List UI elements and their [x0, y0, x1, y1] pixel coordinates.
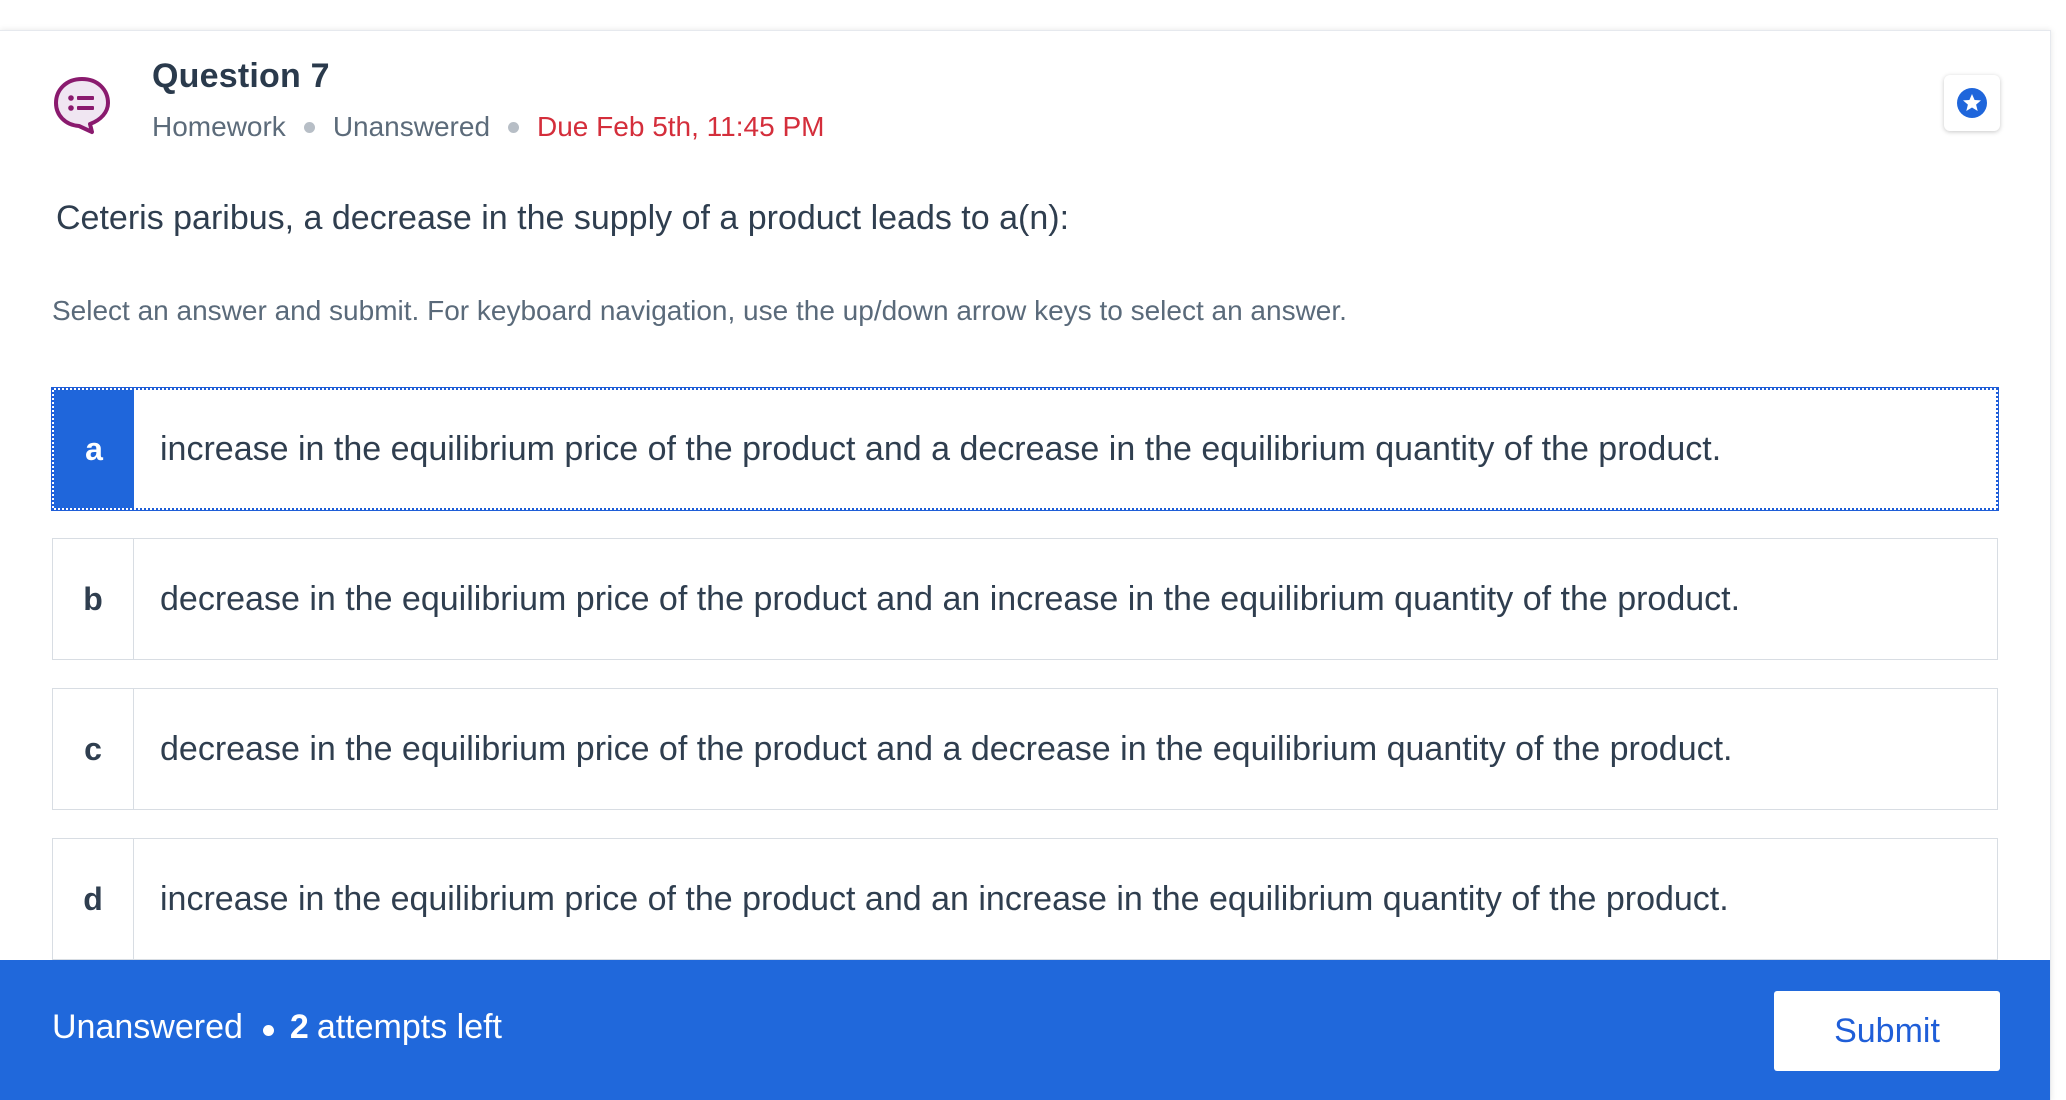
- answer-text: decrease in the equilibrium price of the…: [160, 579, 1741, 618]
- answer-option-d[interactable]: d increase in the equilibrium price of t…: [52, 838, 1998, 960]
- answer-letter: d: [53, 839, 134, 959]
- attempt-status: Unanswered 2 attempts left: [52, 1008, 502, 1047]
- bookmark-button[interactable]: [1944, 75, 2000, 131]
- question-prompt: Ceteris paribus, a decrease in the suppl…: [56, 199, 1070, 237]
- answer-status: Unanswered: [332, 111, 491, 142]
- assignment-type: Homework: [152, 111, 286, 142]
- question-card: Question 7 Homework Unanswered Due Feb 5…: [0, 30, 2051, 1100]
- attempts-label: attempts left: [316, 1008, 503, 1046]
- answer-text: decrease in the equilibrium price of the…: [160, 729, 1733, 768]
- separator-dot: [303, 121, 315, 133]
- answer-letter: c: [53, 689, 134, 809]
- answer-letter: a: [54, 390, 134, 508]
- answer-instructions: Select an answer and submit. For keyboar…: [52, 295, 1347, 326]
- star-badge-icon: [1957, 88, 1987, 118]
- answer-option-b[interactable]: b decrease in the equilibrium price of t…: [52, 538, 1998, 660]
- answer-letter: b: [53, 539, 134, 659]
- footer-status-text: Unanswered: [52, 1008, 243, 1046]
- due-date: Due Feb 5th, 11:45 PM: [537, 111, 825, 142]
- answer-list: a increase in the equilibrium price of t…: [51, 387, 1999, 988]
- answer-text: increase in the equilibrium price of the…: [160, 879, 1729, 918]
- question-title: Question 7: [152, 57, 330, 95]
- attempts-count: 2: [289, 1008, 309, 1046]
- speech-bubble-list-icon: [52, 75, 112, 135]
- answer-text: increase in the equilibrium price of the…: [160, 429, 1722, 468]
- page: Question 7 Homework Unanswered Due Feb 5…: [0, 0, 2066, 1100]
- answer-option-c[interactable]: c decrease in the equilibrium price of t…: [52, 688, 1998, 810]
- submit-button[interactable]: Submit: [1774, 991, 2000, 1071]
- answer-option-a[interactable]: a increase in the equilibrium price of t…: [51, 387, 1999, 511]
- question-meta: Homework Unanswered Due Feb 5th, 11:45 P…: [152, 111, 824, 143]
- separator-dot: [262, 1025, 274, 1036]
- separator-dot: [508, 121, 520, 133]
- submission-bar: Unanswered 2 attempts left Submit: [0, 960, 2050, 1100]
